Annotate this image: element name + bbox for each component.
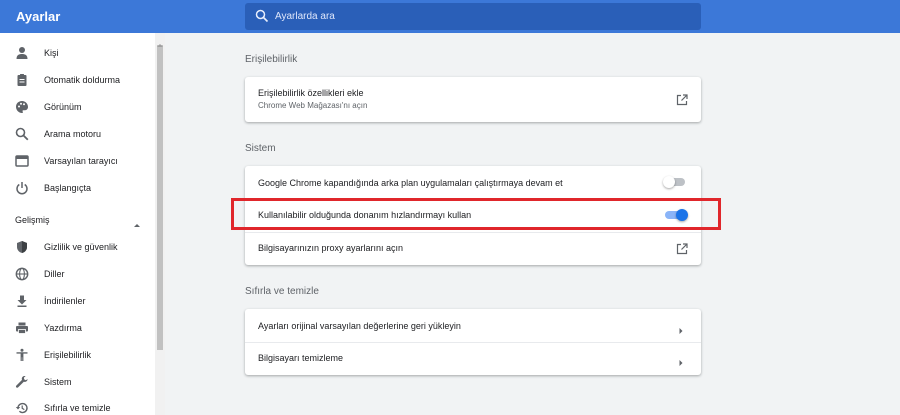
background-apps-toggle[interactable]	[663, 176, 689, 188]
sidebar-item-label: Sistem	[44, 377, 72, 387]
chevron-right-icon	[678, 354, 684, 366]
chevron-right-icon	[678, 322, 684, 334]
sidebar-item-label: İndirilenler	[44, 296, 86, 306]
sidebar-item-label: Başlangıçta	[44, 183, 92, 193]
search-input[interactable]	[275, 3, 685, 30]
sidebar-item-system[interactable]: Sistem	[0, 369, 155, 395]
download-icon	[15, 294, 29, 308]
add-accessibility-features-row[interactable]: Erişilebilirlik özellikleri ekle Chrome …	[245, 77, 701, 122]
background-apps-row[interactable]: Google Chrome kapandığında arka plan uyg…	[245, 166, 701, 199]
sidebar-item-privacy[interactable]: Gizlilik ve güvenlik	[0, 234, 155, 260]
sidebar-item-label: Sıfırla ve temizle	[44, 403, 111, 413]
shield-icon	[15, 240, 29, 254]
sidebar-item-appearance[interactable]: Görünüm	[0, 94, 155, 120]
sidebar-item-label: Kişi	[44, 48, 59, 58]
top-bar: Ayarlar	[0, 0, 900, 33]
highlight-box	[231, 198, 721, 230]
wrench-icon	[15, 375, 29, 389]
search-icon	[15, 127, 29, 141]
proxy-settings-row[interactable]: Bilgisayarınızın proxy ayarlarını açın	[245, 232, 701, 265]
row-subtitle: Chrome Web Mağazası'nı açın	[258, 101, 368, 110]
sidebar-item-default-browser[interactable]: Varsayılan tarayıcı	[0, 148, 155, 174]
search-box[interactable]	[245, 3, 701, 30]
row-title: Bilgisayarınızın proxy ayarlarını açın	[258, 243, 404, 253]
clean-up-computer-row[interactable]: Bilgisayarı temizleme	[245, 342, 701, 375]
sidebar-item-label: Varsayılan tarayıcı	[44, 156, 118, 166]
globe-icon	[15, 267, 29, 281]
sidebar-item-person[interactable]: Kişi	[0, 40, 155, 66]
restore-defaults-row[interactable]: Ayarları orijinal varsayılan değerlerine…	[245, 309, 701, 342]
search-icon	[255, 9, 269, 23]
app-title: Ayarlar	[16, 9, 61, 24]
sidebar-item-autofill[interactable]: Otomatik doldurma	[0, 67, 155, 93]
person-icon	[15, 46, 29, 60]
toggle-knob	[663, 176, 675, 188]
row-title: Ayarları orijinal varsayılan değerlerine…	[258, 321, 461, 331]
sidebar-item-search-engine[interactable]: Arama motoru	[0, 121, 155, 147]
sidebar-item-printing[interactable]: Yazdırma	[0, 315, 155, 341]
sidebar-advanced-toggle[interactable]: Gelişmiş	[0, 207, 155, 233]
advanced-section-label: Gelişmiş	[15, 215, 50, 225]
power-icon	[15, 181, 29, 195]
sidebar-item-downloads[interactable]: İndirilenler	[0, 288, 155, 314]
palette-icon	[15, 100, 29, 114]
section-title-system: Sistem	[245, 143, 276, 154]
sidebar-item-label: Otomatik doldurma	[44, 75, 121, 85]
chevron-up-icon	[133, 216, 141, 227]
open-in-new-icon[interactable]	[676, 93, 688, 106]
sidebar-item-reset[interactable]: Sıfırla ve temizle	[0, 395, 155, 415]
sidebar-item-accessibility[interactable]: Erişilebilirlik	[0, 342, 155, 368]
sidebar-item-label: Diller	[44, 269, 65, 279]
sidebar-item-label: Görünüm	[44, 102, 82, 112]
row-title: Erişilebilirlik özellikleri ekle	[258, 88, 364, 98]
sidebar-scrollbar-thumb[interactable]	[157, 45, 163, 350]
reset-card: Ayarları orijinal varsayılan değerlerine…	[245, 309, 701, 375]
accessibility-card: Erişilebilirlik özellikleri ekle Chrome …	[245, 77, 701, 122]
scroll-up-arrow-icon[interactable]	[156, 35, 164, 47]
sidebar-item-label: Arama motoru	[44, 129, 102, 139]
clipboard-icon	[15, 73, 29, 87]
sidebar-item-on-startup[interactable]: Başlangıçta	[0, 175, 155, 201]
sidebar-item-label: Erişilebilirlik	[44, 350, 92, 360]
accessibility-icon	[15, 348, 29, 362]
sidebar-item-languages[interactable]: Diller	[0, 261, 155, 287]
restore-icon	[15, 401, 29, 415]
sidebar: Kişi Otomatik doldurma Görünüm Arama mot…	[0, 33, 165, 415]
section-title-accessibility: Erişilebilirlik	[245, 54, 298, 65]
section-title-reset: Sıfırla ve temizle	[245, 286, 319, 297]
row-title: Bilgisayarı temizleme	[258, 353, 344, 363]
open-in-new-icon[interactable]	[676, 242, 688, 255]
printer-icon	[15, 321, 29, 335]
row-title: Google Chrome kapandığında arka plan uyg…	[258, 178, 563, 188]
browser-window-icon	[15, 154, 29, 168]
sidebar-item-label: Yazdırma	[44, 323, 82, 333]
scroll-down-arrow-icon[interactable]	[156, 407, 164, 413]
sidebar-item-label: Gizlilik ve güvenlik	[44, 242, 118, 252]
